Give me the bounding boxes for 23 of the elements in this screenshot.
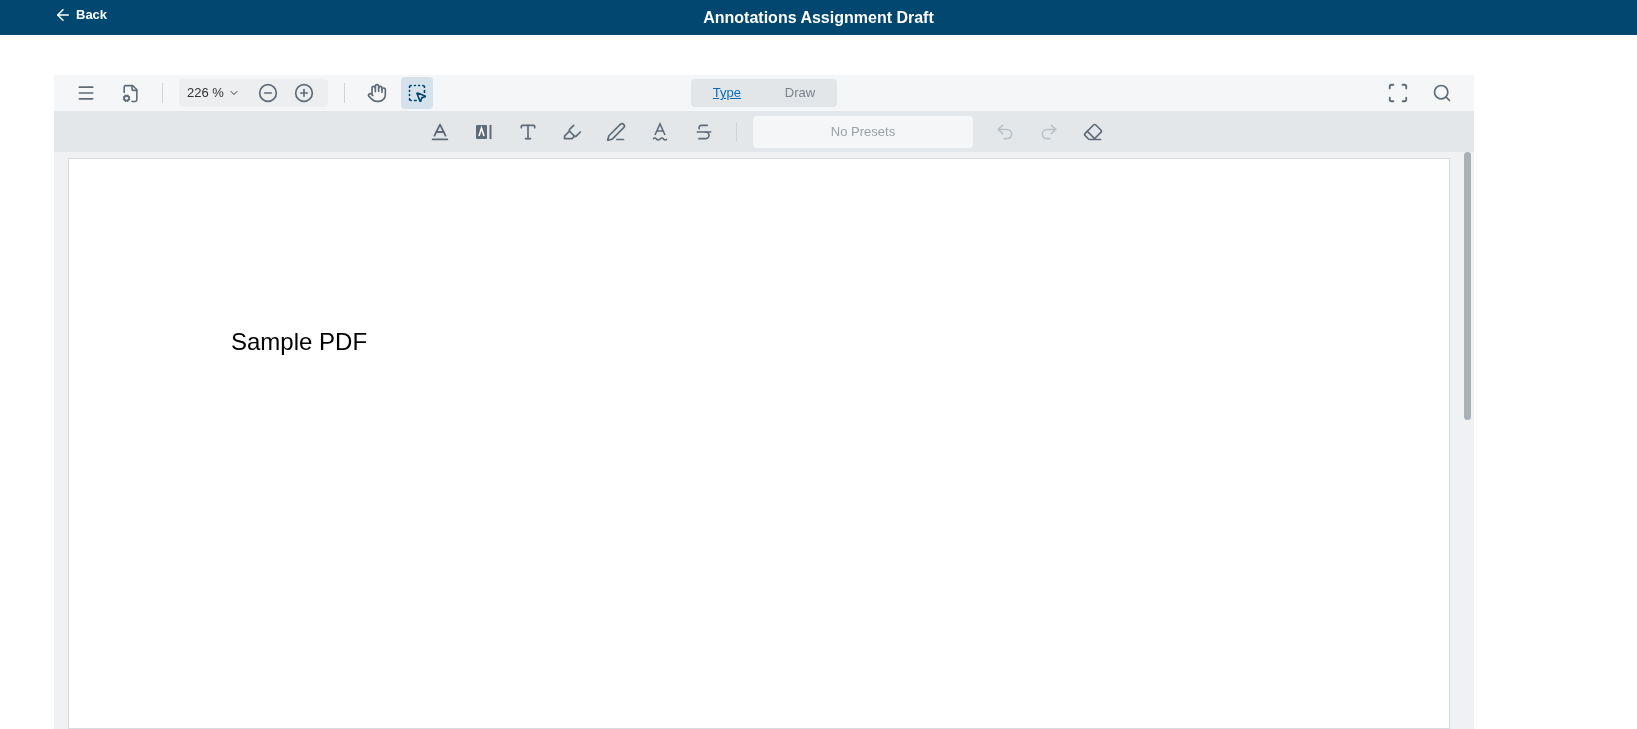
undo-icon xyxy=(995,121,1015,142)
back-button[interactable]: Back xyxy=(54,5,108,25)
zoom-out-icon xyxy=(257,83,278,103)
highlighter-icon xyxy=(562,121,582,142)
tool-button[interactable] xyxy=(400,77,433,109)
document-gear-icon xyxy=(120,83,140,103)
page-title: Annotations Assignment Draft xyxy=(703,7,934,28)
zoom-dropdown[interactable]: 226 % xyxy=(187,83,248,103)
hand-icon xyxy=(366,83,387,103)
presets-field[interactable]: No Presets xyxy=(753,115,973,148)
zoom-in-icon xyxy=(293,83,314,103)
pen-line-icon xyxy=(606,121,626,142)
search-icon xyxy=(1432,83,1452,103)
scrollbar-thumb[interactable] xyxy=(1464,152,1471,420)
mode-tab[interactable]: Type xyxy=(704,83,750,103)
fullscreen-icon xyxy=(1387,82,1409,104)
text-box-icon xyxy=(475,122,493,141)
document-text: Sample PDF xyxy=(231,327,369,357)
redo-icon xyxy=(1039,121,1059,142)
eraser-icon xyxy=(1083,121,1103,142)
selection-icon xyxy=(406,83,427,103)
menu-icon xyxy=(76,83,96,103)
squiggly-a-icon xyxy=(651,121,669,142)
